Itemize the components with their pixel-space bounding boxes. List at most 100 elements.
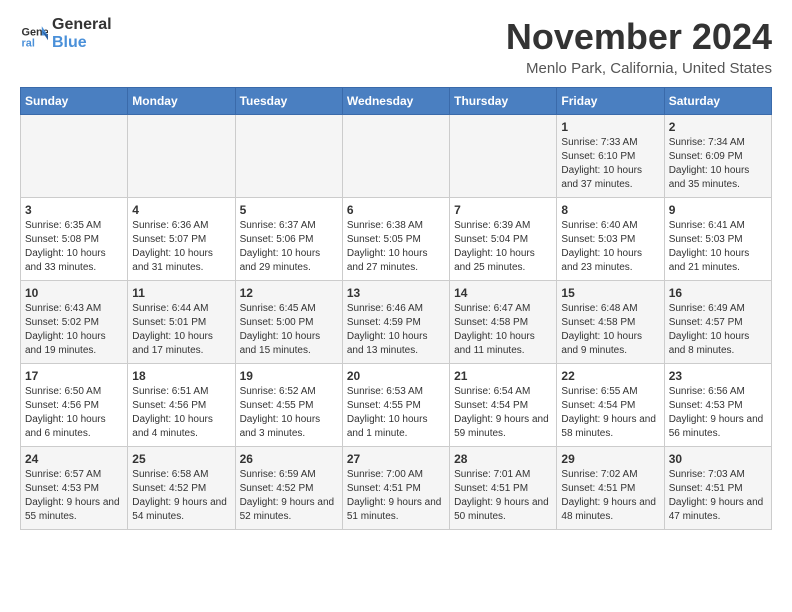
calendar-cell: [235, 115, 342, 198]
day-info: Sunrise: 7:03 AM Sunset: 4:51 PM Dayligh…: [669, 468, 767, 524]
calendar-cell: 3 Sunrise: 6:35 AM Sunset: 5:08 PM Daylig…: [21, 198, 128, 281]
day-info: Sunrise: 6:38 AM Sunset: 5:05 PM Dayligh…: [347, 219, 445, 275]
calendar-cell: 15 Sunrise: 6:48 AM Sunset: 4:58 PM Dayli…: [557, 281, 664, 364]
calendar-cell: 22 Sunrise: 6:55 AM Sunset: 4:54 PM Dayli…: [557, 364, 664, 447]
calendar-cell: 10Sunrise: 6:43 AM Sunset: 5:02 PM Dayli…: [21, 281, 128, 364]
calendar-week-row: 17 Sunrise: 6:50 AM Sunset: 4:56 PM Dayli…: [21, 364, 772, 447]
weekday-header: Wednesday: [342, 88, 449, 115]
day-info: Sunrise: 7:00 AM Sunset: 4:51 PM Dayligh…: [347, 468, 445, 524]
day-info: Sunrise: 6:50 AM Sunset: 4:56 PM Dayligh…: [25, 385, 123, 441]
calendar-cell: 1Sunrise: 7:33 AM Sunset: 6:10 PM Daylig…: [557, 115, 664, 198]
calendar-cell: 11Sunrise: 6:44 AM Sunset: 5:01 PM Dayli…: [128, 281, 235, 364]
day-info: Sunrise: 6:41 AM Sunset: 5:03 PM Dayligh…: [669, 219, 767, 275]
day-number: 15: [561, 286, 659, 300]
month-title: November 2024: [506, 16, 772, 58]
day-number: 24: [25, 452, 123, 466]
day-number: 14: [454, 286, 552, 300]
calendar-cell: 5Sunrise: 6:37 AM Sunset: 5:06 PM Daylig…: [235, 198, 342, 281]
day-number: 19: [240, 369, 338, 383]
day-number: 30: [669, 452, 767, 466]
day-number: 27: [347, 452, 445, 466]
calendar-cell: 12Sunrise: 6:45 AM Sunset: 5:00 PM Dayli…: [235, 281, 342, 364]
weekday-header: Saturday: [664, 88, 771, 115]
day-info: Sunrise: 6:40 AM Sunset: 5:03 PM Dayligh…: [561, 219, 659, 275]
calendar-cell: 19 Sunrise: 6:52 AM Sunset: 4:55 PM Dayli…: [235, 364, 342, 447]
day-info: Sunrise: 7:01 AM Sunset: 4:51 PM Dayligh…: [454, 468, 552, 524]
logo-line2: Blue: [52, 34, 112, 52]
day-number: 22: [561, 369, 659, 383]
calendar-cell: 24 Sunrise: 6:57 AM Sunset: 4:53 PM Dayli…: [21, 447, 128, 530]
calendar-cell: 23Sunrise: 6:56 AM Sunset: 4:53 PM Dayli…: [664, 364, 771, 447]
day-number: 28: [454, 452, 552, 466]
day-info: Sunrise: 6:36 AM Sunset: 5:07 PM Dayligh…: [132, 219, 230, 275]
day-info: Sunrise: 6:53 AM Sunset: 4:55 PM Dayligh…: [347, 385, 445, 441]
day-number: 16: [669, 286, 767, 300]
calendar-cell: 14 Sunrise: 6:47 AM Sunset: 4:58 PM Dayli…: [450, 281, 557, 364]
calendar-cell: [21, 115, 128, 198]
calendar-cell: 18 Sunrise: 6:51 AM Sunset: 4:56 PM Dayli…: [128, 364, 235, 447]
day-info: Sunrise: 6:45 AM Sunset: 5:00 PM Dayligh…: [240, 302, 338, 358]
calendar-cell: [128, 115, 235, 198]
day-info: Sunrise: 6:56 AM Sunset: 4:53 PM Dayligh…: [669, 385, 767, 441]
calendar-cell: [342, 115, 449, 198]
day-info: Sunrise: 7:02 AM Sunset: 4:51 PM Dayligh…: [561, 468, 659, 524]
day-number: 21: [454, 369, 552, 383]
calendar-table: SundayMondayTuesdayWednesdayThursdayFrid…: [20, 87, 772, 530]
calendar-cell: 7Sunrise: 6:39 AM Sunset: 5:04 PM Daylig…: [450, 198, 557, 281]
day-info: Sunrise: 6:54 AM Sunset: 4:54 PM Dayligh…: [454, 385, 552, 441]
svg-text:ral: ral: [22, 38, 35, 49]
day-info: Sunrise: 6:43 AM Sunset: 5:02 PM Dayligh…: [25, 302, 123, 358]
day-number: 6: [347, 203, 445, 217]
day-number: 17: [25, 369, 123, 383]
calendar-cell: 30 Sunrise: 7:03 AM Sunset: 4:51 PM Dayli…: [664, 447, 771, 530]
day-number: 25: [132, 452, 230, 466]
calendar-cell: 27 Sunrise: 7:00 AM Sunset: 4:51 PM Dayli…: [342, 447, 449, 530]
day-info: Sunrise: 6:55 AM Sunset: 4:54 PM Dayligh…: [561, 385, 659, 441]
logo: Gene ral General Blue: [20, 16, 112, 53]
day-number: 20: [347, 369, 445, 383]
day-number: 29: [561, 452, 659, 466]
calendar-cell: 4 Sunrise: 6:36 AM Sunset: 5:07 PM Daylig…: [128, 198, 235, 281]
calendar-week-row: 3 Sunrise: 6:35 AM Sunset: 5:08 PM Daylig…: [21, 198, 772, 281]
calendar-cell: 2 Sunrise: 7:34 AM Sunset: 6:09 PM Daylig…: [664, 115, 771, 198]
day-info: Sunrise: 6:57 AM Sunset: 4:53 PM Dayligh…: [25, 468, 123, 524]
calendar-cell: 20 Sunrise: 6:53 AM Sunset: 4:55 PM Dayli…: [342, 364, 449, 447]
calendar-cell: 29 Sunrise: 7:02 AM Sunset: 4:51 PM Dayli…: [557, 447, 664, 530]
day-info: Sunrise: 6:35 AM Sunset: 5:08 PM Dayligh…: [25, 219, 123, 275]
logo-line1: General: [52, 16, 112, 34]
day-number: 1: [561, 120, 659, 134]
day-info: Sunrise: 6:51 AM Sunset: 4:56 PM Dayligh…: [132, 385, 230, 441]
location-title: Menlo Park, California, United States: [506, 60, 772, 77]
page-header: Gene ral General Blue November 2024 Menl…: [20, 16, 772, 77]
day-info: Sunrise: 6:37 AM Sunset: 5:06 PM Dayligh…: [240, 219, 338, 275]
day-number: 7: [454, 203, 552, 217]
day-number: 13: [347, 286, 445, 300]
weekday-header: Tuesday: [235, 88, 342, 115]
day-info: Sunrise: 6:49 AM Sunset: 4:57 PM Dayligh…: [669, 302, 767, 358]
calendar-cell: 6 Sunrise: 6:38 AM Sunset: 5:05 PM Daylig…: [342, 198, 449, 281]
calendar-cell: 9Sunrise: 6:41 AM Sunset: 5:03 PM Daylig…: [664, 198, 771, 281]
calendar-cell: 21 Sunrise: 6:54 AM Sunset: 4:54 PM Dayli…: [450, 364, 557, 447]
day-info: Sunrise: 6:46 AM Sunset: 4:59 PM Dayligh…: [347, 302, 445, 358]
calendar-cell: 8 Sunrise: 6:40 AM Sunset: 5:03 PM Daylig…: [557, 198, 664, 281]
day-info: Sunrise: 7:34 AM Sunset: 6:09 PM Dayligh…: [669, 136, 767, 192]
day-number: 26: [240, 452, 338, 466]
calendar-week-row: 10Sunrise: 6:43 AM Sunset: 5:02 PM Dayli…: [21, 281, 772, 364]
logo-icon: Gene ral: [20, 20, 48, 48]
calendar-cell: 17 Sunrise: 6:50 AM Sunset: 4:56 PM Dayli…: [21, 364, 128, 447]
day-info: Sunrise: 6:58 AM Sunset: 4:52 PM Dayligh…: [132, 468, 230, 524]
day-number: 4: [132, 203, 230, 217]
day-info: Sunrise: 6:47 AM Sunset: 4:58 PM Dayligh…: [454, 302, 552, 358]
day-info: Sunrise: 6:52 AM Sunset: 4:55 PM Dayligh…: [240, 385, 338, 441]
day-number: 3: [25, 203, 123, 217]
day-number: 2: [669, 120, 767, 134]
day-info: Sunrise: 6:59 AM Sunset: 4:52 PM Dayligh…: [240, 468, 338, 524]
calendar-week-row: 1Sunrise: 7:33 AM Sunset: 6:10 PM Daylig…: [21, 115, 772, 198]
day-number: 8: [561, 203, 659, 217]
calendar-cell: 28 Sunrise: 7:01 AM Sunset: 4:51 PM Dayli…: [450, 447, 557, 530]
calendar-week-row: 24 Sunrise: 6:57 AM Sunset: 4:53 PM Dayli…: [21, 447, 772, 530]
weekday-header: Thursday: [450, 88, 557, 115]
day-number: 18: [132, 369, 230, 383]
day-info: Sunrise: 6:48 AM Sunset: 4:58 PM Dayligh…: [561, 302, 659, 358]
calendar-cell: 16 Sunrise: 6:49 AM Sunset: 4:57 PM Dayli…: [664, 281, 771, 364]
